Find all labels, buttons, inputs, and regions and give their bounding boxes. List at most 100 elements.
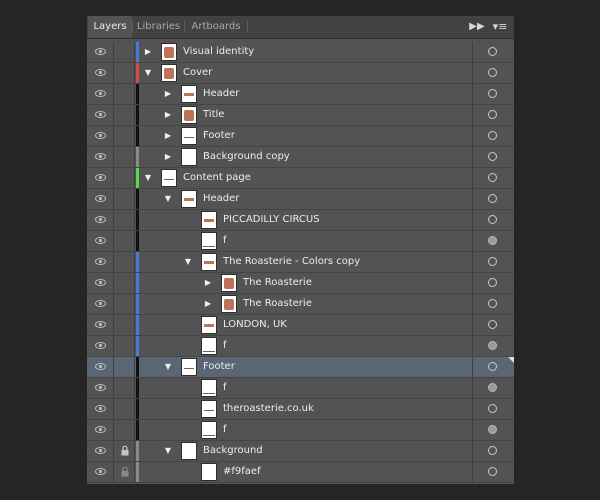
visibility-toggle[interactable] — [87, 462, 114, 482]
target-toggle[interactable] — [472, 189, 514, 209]
target-toggle[interactable] — [472, 378, 514, 398]
layer-row[interactable]: ▼ Background — [87, 441, 514, 462]
lock-toggle[interactable] — [114, 420, 135, 440]
layer-row[interactable]: LONDON, UK — [87, 315, 514, 336]
visibility-toggle[interactable] — [87, 189, 114, 209]
visibility-toggle[interactable] — [87, 252, 114, 272]
visibility-toggle[interactable] — [87, 42, 114, 62]
target-toggle[interactable] — [472, 105, 514, 125]
layer-row[interactable]: ▼ Content page — [87, 168, 514, 189]
double-chevron-right-icon[interactable]: ▶▶ — [468, 16, 486, 38]
target-toggle[interactable] — [472, 210, 514, 230]
layer-name[interactable]: Background copy — [203, 147, 290, 167]
lock-toggle[interactable] — [114, 462, 135, 482]
layer-name[interactable]: Header — [203, 189, 239, 209]
target-toggle[interactable] — [472, 168, 514, 188]
lock-toggle[interactable] — [114, 399, 135, 419]
layer-row[interactable]: f — [87, 378, 514, 399]
visibility-toggle[interactable] — [87, 378, 114, 398]
target-toggle[interactable] — [472, 84, 514, 104]
target-toggle[interactable] — [472, 273, 514, 293]
layer-row[interactable]: ▼ The Roasterie - Colors copy — [87, 252, 514, 273]
visibility-toggle[interactable] — [87, 420, 114, 440]
disclosure-collapsed-icon[interactable]: ▶ — [163, 109, 173, 121]
lock-toggle[interactable] — [114, 84, 135, 104]
layer-name[interactable]: PICCADILLY CIRCUS — [223, 210, 320, 230]
visibility-toggle[interactable] — [87, 210, 114, 230]
layer-row[interactable]: #f9faef — [87, 462, 514, 483]
target-toggle[interactable] — [472, 420, 514, 440]
lock-toggle[interactable] — [114, 210, 135, 230]
layer-name[interactable]: Cover — [183, 63, 212, 83]
layer-row[interactable]: f — [87, 420, 514, 441]
layer-name[interactable]: Footer — [203, 357, 235, 377]
lock-toggle[interactable] — [114, 189, 135, 209]
lock-toggle[interactable] — [114, 147, 135, 167]
target-toggle[interactable] — [472, 126, 514, 146]
layer-row[interactable]: ▶ Title — [87, 105, 514, 126]
layer-row[interactable]: f — [87, 231, 514, 252]
lock-toggle[interactable] — [114, 294, 135, 314]
disclosure-expanded-icon[interactable]: ▼ — [143, 67, 153, 79]
layer-name[interactable]: #f9faef — [223, 462, 261, 482]
lock-toggle[interactable] — [114, 357, 135, 377]
layer-name[interactable]: The Roasterie — [243, 294, 312, 314]
layer-name[interactable]: Header — [203, 84, 239, 104]
visibility-toggle[interactable] — [87, 441, 114, 461]
layer-name[interactable]: The Roasterie - Colors copy — [223, 252, 360, 272]
visibility-toggle[interactable] — [87, 63, 114, 83]
layer-row[interactable]: ▶ Header — [87, 84, 514, 105]
lock-toggle[interactable] — [114, 441, 135, 461]
disclosure-collapsed-icon[interactable]: ▶ — [163, 88, 173, 100]
layer-name[interactable]: Title — [203, 105, 224, 125]
target-toggle[interactable] — [472, 252, 514, 272]
layer-name[interactable]: f — [223, 420, 227, 440]
target-toggle[interactable] — [472, 336, 514, 356]
target-toggle[interactable] — [472, 63, 514, 83]
lock-toggle[interactable] — [114, 126, 135, 146]
disclosure-collapsed-icon[interactable]: ▶ — [203, 298, 213, 310]
lock-toggle[interactable] — [114, 231, 135, 251]
layer-row[interactable]: ▼ Header — [87, 189, 514, 210]
disclosure-expanded-icon[interactable]: ▼ — [183, 256, 193, 268]
layer-row[interactable]: theroasterie.co.uk — [87, 399, 514, 420]
lock-toggle[interactable] — [114, 315, 135, 335]
layer-row[interactable]: ▼ Cover — [87, 63, 514, 84]
target-toggle[interactable] — [472, 294, 514, 314]
lock-toggle[interactable] — [114, 168, 135, 188]
visibility-toggle[interactable] — [87, 273, 114, 293]
target-toggle[interactable] — [472, 147, 514, 167]
visibility-toggle[interactable] — [87, 399, 114, 419]
lock-toggle[interactable] — [114, 105, 135, 125]
layer-name[interactable]: LONDON, UK — [223, 315, 287, 335]
tab-libraries[interactable]: Libraries — [133, 16, 184, 38]
lock-toggle[interactable] — [114, 63, 135, 83]
layer-name[interactable]: Visual identity — [183, 42, 254, 62]
layer-name[interactable]: Footer — [203, 126, 235, 146]
visibility-toggle[interactable] — [87, 294, 114, 314]
disclosure-collapsed-icon[interactable]: ▶ — [203, 277, 213, 289]
disclosure-collapsed-icon[interactable]: ▶ — [163, 151, 173, 163]
target-toggle[interactable] — [472, 441, 514, 461]
visibility-toggle[interactable] — [87, 105, 114, 125]
visibility-toggle[interactable] — [87, 126, 114, 146]
layer-name[interactable]: Content page — [183, 168, 251, 188]
target-toggle[interactable] — [472, 42, 514, 62]
layer-name[interactable]: f — [223, 336, 227, 356]
layer-row[interactable]: f — [87, 336, 514, 357]
panel-menu-icon[interactable]: ▾≡ — [490, 19, 510, 35]
lock-toggle[interactable] — [114, 42, 135, 62]
lock-toggle[interactable] — [114, 336, 135, 356]
layer-row[interactable]: ▶ The Roasterie — [87, 294, 514, 315]
lock-toggle[interactable] — [114, 273, 135, 293]
target-toggle[interactable] — [472, 399, 514, 419]
disclosure-expanded-icon[interactable]: ▼ — [163, 193, 173, 205]
layer-row[interactable]: ▶ Footer — [87, 126, 514, 147]
disclosure-expanded-icon[interactable]: ▼ — [143, 172, 153, 184]
target-toggle[interactable] — [472, 315, 514, 335]
layer-row[interactable]: ▼ Footer — [87, 357, 514, 378]
layer-row[interactable]: ▶ The Roasterie — [87, 273, 514, 294]
target-toggle[interactable] — [472, 231, 514, 251]
layer-row[interactable]: ▶ Background copy — [87, 147, 514, 168]
visibility-toggle[interactable] — [87, 147, 114, 167]
